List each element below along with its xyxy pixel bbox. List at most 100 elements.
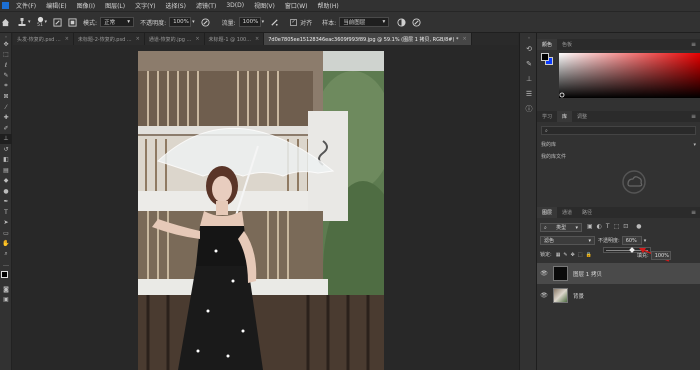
clone-stamp-tool-icon[interactable]: ⊥ [0, 133, 12, 144]
menu-file[interactable]: 文件(F) [11, 1, 41, 10]
tab-swatches[interactable]: 色板 [557, 39, 577, 50]
library-link[interactable]: 我的库文件 [541, 153, 566, 160]
layer-row[interactable]: 👁 背景 [537, 285, 700, 306]
rectangle-tool-icon[interactable]: ▭ [0, 228, 12, 239]
close-icon[interactable]: × [136, 36, 140, 42]
more-tools-icon[interactable]: … [0, 260, 12, 271]
dodge-tool-icon[interactable]: ● [0, 186, 12, 197]
foreground-color-swatch[interactable] [1, 271, 8, 278]
tool-preset-picker[interactable]: ▾ [17, 17, 31, 27]
menu-edit[interactable]: 编辑(E) [41, 1, 71, 10]
menu-3d[interactable]: 3D(D) [221, 2, 249, 9]
history-brush-tool-icon[interactable]: ↺ [0, 144, 12, 155]
sample-select[interactable]: 当前图层 ▾ [339, 17, 390, 27]
pressure-opacity-toggle[interactable] [201, 17, 210, 27]
crop-tool-icon[interactable]: ⌗ [0, 81, 12, 92]
panel-menu-icon[interactable]: ≡ [691, 207, 700, 218]
home-icon[interactable] [0, 17, 11, 28]
move-tool-icon[interactable]: ✥ [0, 39, 12, 50]
opacity-input[interactable]: 100% [169, 17, 192, 27]
menu-view[interactable]: 视图(V) [249, 1, 280, 10]
eraser-tool-icon[interactable]: ◧ [0, 155, 12, 166]
tab-channels[interactable]: 通道 [557, 207, 577, 218]
artboard-tool-icon[interactable]: ⬚ [0, 50, 12, 61]
layer-row-selected[interactable]: 👁 图层 1 拷贝 [537, 263, 700, 284]
blend-mode-select[interactable]: 滤色 ▾ [540, 236, 595, 245]
color-swatches[interactable] [541, 53, 553, 65]
pressure-size-toggle[interactable] [412, 17, 421, 27]
chevron-down-icon[interactable]: ▾ [192, 19, 195, 25]
screen-mode-icon[interactable]: ▣ [0, 295, 12, 306]
chevron-down-icon[interactable]: ▾ [644, 238, 647, 244]
align-checkbox[interactable]: ✓ [290, 18, 298, 26]
clone-source-toggle[interactable] [68, 17, 77, 27]
brush-size-picker[interactable]: 51 [37, 16, 44, 28]
menu-type[interactable]: 文字(Y) [130, 1, 160, 10]
lock-artboard-icon[interactable]: ⬚ [578, 252, 583, 258]
menu-help[interactable]: 帮助(H) [313, 1, 344, 10]
ignore-adjustment-toggle[interactable] [397, 17, 406, 27]
smart-object-filter-icon[interactable]: ⊡ [623, 223, 628, 230]
tab-document[interactable]: 未标题-1 @ 100... × [204, 33, 265, 45]
visibility-eye-icon[interactable]: 👁 [537, 292, 551, 299]
fill-input[interactable]: 100% [650, 251, 671, 260]
shape-layer-filter-icon[interactable]: ⬚ [614, 223, 620, 230]
brush-settings-toggle[interactable] [53, 17, 62, 27]
tab-document[interactable]: 通道-恢复的.jpg ... × [144, 33, 205, 45]
panel-menu-icon[interactable]: ≡ [691, 111, 700, 122]
tab-layers[interactable]: 图层 [537, 207, 558, 218]
lock-all-icon[interactable]: 🔒 [586, 252, 592, 258]
history-icon[interactable]: ⟲ [520, 41, 538, 56]
tab-document[interactable]: 未标题-2-恢复的.psd ... × [73, 33, 145, 45]
lock-transparent-pixels-icon[interactable]: ▦ [556, 252, 561, 258]
brush-settings-icon[interactable]: ✎ [520, 56, 538, 71]
color-spectrum[interactable] [559, 53, 700, 98]
tab-paths[interactable]: 路径 [577, 207, 597, 218]
color-swatches[interactable] [0, 270, 12, 284]
close-icon[interactable]: × [65, 36, 69, 42]
menu-select[interactable]: 选择(S) [160, 1, 191, 10]
layer-opacity-input[interactable]: 60% [621, 236, 642, 245]
layer-filter-select[interactable]: ⌕ 类型 ▾ [540, 223, 582, 232]
tab-color[interactable]: 颜色 [537, 39, 558, 50]
pixel-layer-filter-icon[interactable]: ▣ [587, 223, 593, 230]
color-picker-field[interactable] [559, 53, 700, 98]
tab-libraries[interactable]: 库 [557, 111, 573, 122]
lasso-tool-icon[interactable]: ℓ [0, 60, 12, 71]
foreground-color-swatch[interactable] [541, 53, 549, 61]
close-icon[interactable]: × [195, 36, 199, 42]
path-select-tool-icon[interactable]: ➤ [0, 218, 12, 229]
strip-grip[interactable]: « [520, 33, 538, 41]
properties-icon[interactable]: ☰ [520, 86, 538, 101]
quick-mask-icon[interactable]: ◙ [0, 284, 12, 295]
menu-image[interactable]: 图像(I) [72, 1, 100, 10]
menu-layer[interactable]: 图层(L) [100, 1, 130, 10]
frame-tool-icon[interactable]: ⊠ [0, 92, 12, 103]
panel-menu-icon[interactable]: ≡ [691, 39, 700, 50]
quick-select-tool-icon[interactable]: ✎ [0, 71, 12, 82]
chevron-down-icon[interactable]: ▾ [45, 19, 48, 25]
close-icon[interactable]: × [255, 36, 259, 42]
spot-healing-tool-icon[interactable]: ✚ [0, 113, 12, 124]
tab-document-active[interactable]: 7d0e7805ee15128346eac3609f993f89.jpg @ 5… [264, 33, 472, 45]
lock-image-pixels-icon[interactable]: ✎ [563, 252, 567, 258]
airbrush-toggle[interactable] [270, 18, 279, 27]
close-icon[interactable]: × [463, 36, 467, 42]
adjustment-layer-filter-icon[interactable]: ◐ [597, 223, 602, 230]
info-icon[interactable]: ⓘ [520, 101, 538, 116]
lock-position-icon[interactable]: ✥ [571, 252, 575, 258]
flow-input[interactable]: 100% [238, 17, 261, 27]
zoom-tool-icon[interactable]: ⌕ [0, 249, 12, 260]
visibility-eye-icon[interactable]: 👁 [537, 270, 551, 277]
clone-source-icon[interactable]: ⊥ [520, 71, 538, 86]
library-dropdown[interactable]: 我的库 ▾ [541, 140, 696, 149]
pen-tool-icon[interactable]: ✒ [0, 197, 12, 208]
tab-document[interactable]: 头发-恢复的.psd ... × [13, 33, 74, 45]
eyedropper-tool-icon[interactable]: ⁄ [0, 102, 12, 113]
gradient-tool-icon[interactable]: ▤ [0, 165, 12, 176]
menu-window[interactable]: 窗口(W) [280, 1, 313, 10]
menu-filter[interactable]: 滤镜(T) [191, 1, 221, 10]
brush-tool-icon[interactable]: ✐ [0, 123, 12, 134]
chevron-down-icon[interactable]: ▾ [262, 19, 265, 25]
tab-adjustments[interactable]: 调整 [572, 111, 592, 122]
